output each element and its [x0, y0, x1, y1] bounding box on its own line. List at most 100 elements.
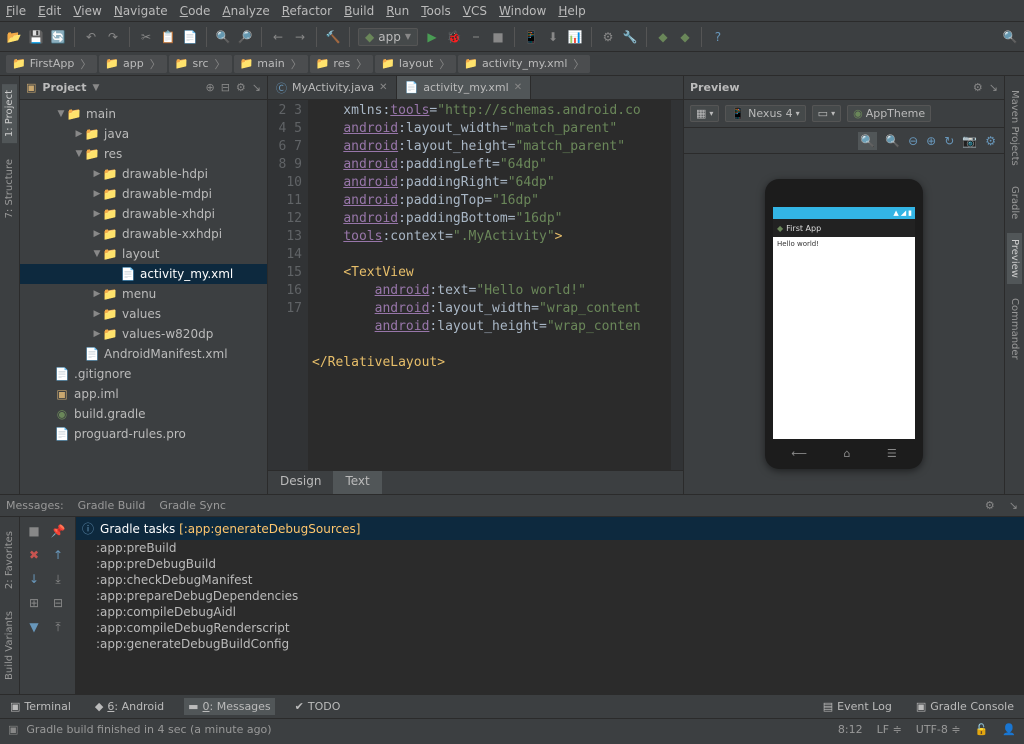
tab-text[interactable]: Text — [333, 471, 381, 494]
messages-tab[interactable]: Gradle Sync — [159, 499, 226, 512]
settings-icon[interactable]: ⚙ — [985, 134, 996, 148]
status-encoding[interactable]: UTF-8 — [916, 723, 948, 736]
tool-todo[interactable]: ✔TODO — [291, 698, 345, 715]
filter-icon[interactable]: ▼ — [24, 617, 44, 637]
tree-item-layout[interactable]: ▼📁layout — [20, 244, 267, 264]
tree-item-menu[interactable]: ▶📁menu — [20, 284, 267, 304]
tool-6--android[interactable]: ◆6: Android — [91, 698, 168, 715]
tree-item-main[interactable]: ▼📁main — [20, 104, 267, 124]
menu-window[interactable]: Window — [499, 4, 546, 18]
tab-design[interactable]: Design — [268, 471, 333, 494]
menu-vcs[interactable]: VCS — [463, 4, 487, 18]
breadcrumb-item[interactable]: 📁activity_my.xml〉 — [458, 55, 590, 73]
close-tab-icon[interactable]: ✕ — [514, 82, 522, 93]
find-icon[interactable]: 🔍 — [215, 29, 231, 45]
messages-tab[interactable]: Gradle Build — [78, 499, 146, 512]
left-tab----favorites[interactable]: 2: Favorites — [2, 525, 17, 595]
breadcrumb-item[interactable]: 📁app〉 — [99, 55, 166, 73]
tool-0--messages[interactable]: ▬0: Messages — [184, 698, 275, 715]
tree-item-androidmanifest-xml[interactable]: 📄AndroidManifest.xml — [20, 344, 267, 364]
open-icon[interactable]: 📂 — [6, 29, 22, 45]
right-tab-maven-projects[interactable]: Maven Projects — [1007, 84, 1022, 172]
hide-icon[interactable]: ↘ — [989, 81, 998, 94]
left-tab----structure[interactable]: 7: Structure — [2, 153, 17, 224]
breadcrumb-item[interactable]: 📁main〉 — [234, 55, 308, 73]
forward-icon[interactable]: → — [292, 29, 308, 45]
menu-file[interactable]: File — [6, 4, 26, 18]
lock-icon[interactable]: 🔓 — [975, 723, 989, 736]
run-icon[interactable]: ▶ — [424, 29, 440, 45]
android3-icon[interactable]: ◆ — [677, 29, 693, 45]
avd-icon[interactable]: 📱 — [523, 29, 539, 45]
tree-item-values[interactable]: ▶📁values — [20, 304, 267, 324]
gear-icon[interactable]: ⚙ — [973, 81, 983, 94]
breadcrumb-item[interactable]: 📁res〉 — [310, 55, 373, 73]
copy-icon[interactable]: 📋 — [160, 29, 176, 45]
hector-icon[interactable]: 👤 — [1002, 723, 1016, 736]
menu-edit[interactable]: Edit — [38, 4, 61, 18]
make-icon[interactable]: 🔨 — [325, 29, 341, 45]
collapse-icon[interactable]: ⊟ — [221, 81, 230, 94]
collapse-icon[interactable]: ⊟ — [48, 593, 68, 613]
right-tab-preview[interactable]: Preview — [1007, 233, 1022, 284]
run-configuration-dropdown[interactable]: ◆ app ▼ — [358, 28, 418, 46]
tree-item-drawable-xxhdpi[interactable]: ▶📁drawable-xxhdpi — [20, 224, 267, 244]
device-dropdown[interactable]: 📱 Nexus 4 ▾ — [725, 105, 805, 122]
dropdown-icon[interactable]: ▼ — [92, 83, 99, 93]
menu-view[interactable]: View — [73, 4, 101, 18]
tree-item-proguard-rules-pro[interactable]: 📄proguard-rules.pro — [20, 424, 267, 444]
monitor-icon[interactable]: 📊 — [567, 29, 583, 45]
save-icon[interactable]: 💾 — [28, 29, 44, 45]
left-tab-build-variants[interactable]: Build Variants — [2, 605, 17, 686]
left-tab----project[interactable]: 1: Project — [2, 84, 17, 143]
breadcrumb-item[interactable]: 📁FirstApp〉 — [6, 55, 97, 73]
tree-item-app-iml[interactable]: ▣app.iml — [20, 384, 267, 404]
pin-icon[interactable]: 📌 — [48, 521, 68, 541]
config-dropdown[interactable]: ▦▾ — [690, 105, 719, 122]
menu-code[interactable]: Code — [180, 4, 211, 18]
breadcrumb-item[interactable]: 📁src〉 — [169, 55, 232, 73]
gear-icon[interactable]: ⚙ — [985, 499, 995, 512]
cut-icon[interactable]: ✂ — [138, 29, 154, 45]
right-tab-gradle[interactable]: Gradle — [1007, 180, 1022, 225]
search-icon[interactable]: 🔍 — [1002, 29, 1018, 45]
menu-help[interactable]: Help — [558, 4, 585, 18]
hide-icon[interactable]: ↘ — [252, 81, 261, 94]
menu-tools[interactable]: Tools — [421, 4, 451, 18]
structure-icon[interactable]: ⚙ — [600, 29, 616, 45]
menu-run[interactable]: Run — [386, 4, 409, 18]
tree-item-build-gradle[interactable]: ◉build.gradle — [20, 404, 267, 424]
scroll-from-icon[interactable]: ⊕ — [205, 81, 214, 94]
theme-dropdown[interactable]: ◉ AppTheme — [847, 105, 931, 122]
back-icon[interactable]: ← — [270, 29, 286, 45]
tree-item--gitignore[interactable]: 📄.gitignore — [20, 364, 267, 384]
close-icon[interactable]: ✖ — [24, 545, 44, 565]
editor-tab-activity-my-xml[interactable]: 📄activity_my.xml✕ — [397, 76, 532, 99]
tree-item-drawable-hdpi[interactable]: ▶📁drawable-hdpi — [20, 164, 267, 184]
paste-icon[interactable]: 📄 — [182, 29, 198, 45]
zoom-actual-icon[interactable]: 🔍 — [885, 134, 900, 148]
redo-icon[interactable]: ↷ — [105, 29, 121, 45]
menu-build[interactable]: Build — [344, 4, 374, 18]
menu-analyze[interactable]: Analyze — [222, 4, 269, 18]
tool-gradle-console[interactable]: ▣Gradle Console — [912, 698, 1018, 715]
tree-item-values-w820dp[interactable]: ▶📁values-w820dp — [20, 324, 267, 344]
replace-icon[interactable]: 🔎 — [237, 29, 253, 45]
editor-tab-myactivity-java[interactable]: ⒸMyActivity.java✕ — [268, 76, 397, 99]
tree-item-java[interactable]: ▶📁java — [20, 124, 267, 144]
menu-refactor[interactable]: Refactor — [282, 4, 332, 18]
gear-icon[interactable]: ⚙ — [236, 81, 246, 94]
tree-item-drawable-xhdpi[interactable]: ▶📁drawable-xhdpi — [20, 204, 267, 224]
editor-body[interactable]: 2 3 4 5 6 7 8 9 10 11 12 13 14 15 16 17 … — [268, 100, 683, 470]
status-line-ending[interactable]: LF — [877, 723, 889, 736]
down-icon[interactable]: ↓ — [24, 569, 44, 589]
export-icon[interactable]: ⤓ — [48, 569, 68, 589]
refresh-icon[interactable]: ↻ — [944, 134, 954, 148]
zoom-fit-icon[interactable]: 🔍 — [858, 132, 877, 150]
menu-navigate[interactable]: Navigate — [114, 4, 168, 18]
tool-event-log[interactable]: ▤Event Log — [819, 698, 896, 715]
messages-content[interactable]: ⓘ Gradle tasks [:app:generateDebugSource… — [76, 517, 1024, 694]
sync-icon[interactable]: 🔄 — [50, 29, 66, 45]
attach-icon[interactable]: ⎯ — [468, 29, 484, 45]
android2-icon[interactable]: ◆ — [655, 29, 671, 45]
